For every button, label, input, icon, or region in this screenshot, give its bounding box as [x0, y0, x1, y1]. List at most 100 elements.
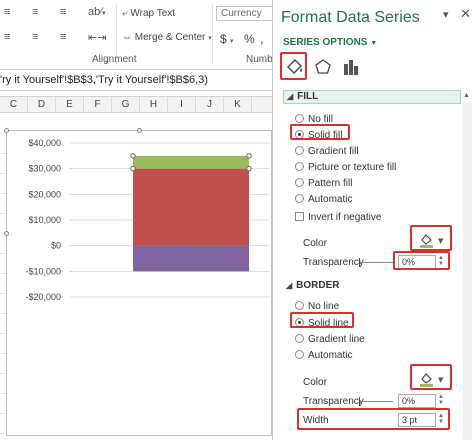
formula-text: 'ry it Yourself'!$B$3,'Try it Yourself'!…	[0, 74, 208, 86]
align-left-icon[interactable]: ≡	[4, 31, 10, 43]
wrap-text-button[interactable]: ⤶ Wrap Text	[122, 8, 175, 19]
option-label: Automatic	[308, 350, 353, 361]
chevron-down-icon[interactable]: ▾	[443, 8, 449, 21]
border-transparency-input[interactable]: 0%	[398, 394, 436, 408]
column-header[interactable]: F	[84, 97, 112, 113]
pane-scrollbar[interactable]	[463, 102, 472, 440]
radio-button[interactable]	[295, 178, 304, 187]
fill-option-pattern-fill[interactable]: Pattern fill	[295, 178, 352, 189]
alignment-group-label: Alignment	[92, 54, 137, 65]
indent-icon[interactable]: ⇤⇥	[88, 31, 106, 44]
highlight-box	[297, 408, 450, 430]
align-middle-icon[interactable]: ≡	[32, 6, 38, 18]
fill-transparency-slider[interactable]	[359, 258, 393, 267]
invert-if-negative-option[interactable]: Invert if negative	[295, 212, 381, 223]
effects-tab[interactable]	[312, 56, 334, 78]
align-bottom-icon[interactable]: ≡	[60, 6, 66, 18]
option-label: Gradient fill	[308, 146, 359, 157]
fill-option-picture-fill[interactable]: Picture or texture fill	[295, 162, 396, 173]
radio-button[interactable]	[295, 350, 304, 359]
option-label: Picture or texture fill	[308, 162, 397, 173]
collapse-triangle-icon: ◢	[286, 281, 293, 290]
series-options-dropdown[interactable]: SERIES OPTIONS ▼	[283, 37, 377, 48]
formula-bar[interactable]: 'ry it Yourself'!$B$3,'Try it Yourself'!…	[0, 71, 272, 91]
bar-chart-icon	[344, 60, 358, 75]
series-options-tab[interactable]	[340, 56, 362, 78]
checkbox[interactable]	[295, 212, 304, 221]
column-header[interactable]: G	[112, 97, 140, 113]
column-header[interactable]: C	[0, 97, 28, 113]
align-top-icon[interactable]: ≡	[4, 6, 10, 18]
border-header-label: BORDER	[296, 280, 340, 291]
fill-section-header[interactable]: ◢ FILL	[283, 90, 461, 104]
currency-symbol: $	[220, 32, 227, 46]
number-format-dropdown[interactable]: Currency	[216, 6, 276, 21]
highlight-box	[280, 52, 307, 80]
bar-segment[interactable]	[133, 168, 249, 246]
ribbon: ≡ ≡ ≡ ab⁄▾ ≡ ≡ ≡ ⇤⇥ ⤶ Wrap Text ⇔ Merge …	[0, 0, 278, 70]
scroll-up-icon[interactable]: ▲	[463, 92, 470, 99]
column-header[interactable]: H	[140, 97, 168, 113]
pane-title: Format Data Series	[281, 9, 420, 26]
radio-button[interactable]	[295, 114, 304, 123]
selection-handle[interactable]	[246, 153, 252, 159]
column-header[interactable]: E	[56, 97, 84, 113]
y-tick-label: -$10,000	[25, 266, 61, 276]
y-tick-label: -$20,000	[25, 292, 61, 302]
highlight-box	[290, 124, 350, 140]
selection-handle[interactable]	[246, 165, 252, 172]
chart-area[interactable]: $40,000 $30,000 $20,000 $10,000 $0 -$10,000 -$…	[4, 128, 272, 436]
radio-button[interactable]	[295, 334, 304, 343]
column-header[interactable]: I	[168, 97, 196, 113]
highlight-box	[393, 251, 450, 270]
border-color-label: Color	[303, 377, 327, 388]
radio-button[interactable]	[295, 146, 304, 155]
highlight-box	[290, 312, 354, 328]
fill-transparency-label: Transparency	[303, 257, 364, 268]
column-headers: CDEFGHIJK	[0, 96, 272, 113]
option-label: No line	[308, 301, 340, 312]
column-header[interactable]: D	[28, 97, 56, 113]
pentagon-icon	[315, 59, 331, 74]
border-option-no-line[interactable]: No line	[295, 301, 339, 312]
fill-color-label: Color	[303, 238, 327, 249]
border-transparency-label: Transparency	[303, 396, 364, 407]
spinner-icon[interactable]: ▲ ▼	[438, 394, 444, 406]
percent-button[interactable]: %	[244, 32, 255, 46]
ribbon-separator	[212, 4, 213, 64]
border-option-automatic[interactable]: Automatic	[295, 350, 352, 361]
selection-handle[interactable]	[130, 165, 136, 172]
border-transparency-slider[interactable]	[359, 397, 393, 406]
merge-center-label: Merge & Center	[134, 32, 206, 43]
y-tick-label: $0	[51, 241, 61, 251]
align-center-icon[interactable]: ≡	[32, 31, 38, 43]
category-label: 11/11/2015	[169, 249, 213, 259]
merge-center-button[interactable]: ⇔ Merge & Center ▾	[122, 32, 212, 43]
option-label: Gradient line	[308, 334, 365, 345]
align-right-icon[interactable]: ≡	[60, 31, 66, 43]
fill-option-automatic[interactable]: Automatic	[295, 194, 352, 205]
selection-handle[interactable]	[130, 153, 136, 159]
y-tick-label: $10,000	[28, 215, 61, 225]
series-options-label: SERIES OPTIONS	[283, 37, 368, 48]
close-icon[interactable]: ✕	[460, 6, 471, 22]
radio-button[interactable]	[295, 194, 304, 203]
currency-button[interactable]: $ ▾	[220, 32, 234, 46]
chevron-down-icon: ▾	[230, 38, 234, 45]
highlight-box	[410, 225, 452, 251]
column-header[interactable]: K	[224, 97, 252, 113]
y-tick-label: $40,000	[28, 138, 61, 148]
column-header[interactable]: J	[196, 97, 224, 113]
collapse-triangle-icon: ◢	[287, 92, 294, 101]
orientation-icon[interactable]: ab⁄▾	[88, 6, 106, 18]
radio-button[interactable]	[295, 301, 304, 310]
bar-segment[interactable]	[133, 155, 249, 169]
border-section-header[interactable]: ◢ BORDER	[283, 280, 461, 291]
radio-button[interactable]	[295, 162, 304, 171]
chart-svg: $40,000 $30,000 $20,000 $10,000 $0 -$10,000 -$…	[25, 138, 269, 302]
comma-button[interactable]: ,	[260, 31, 264, 46]
border-option-gradient-line[interactable]: Gradient line	[295, 334, 365, 345]
merge-center-icon: ⇔	[122, 32, 135, 43]
fill-option-gradient-fill[interactable]: Gradient fill	[295, 146, 359, 157]
option-label: Invert if negative	[308, 212, 382, 223]
